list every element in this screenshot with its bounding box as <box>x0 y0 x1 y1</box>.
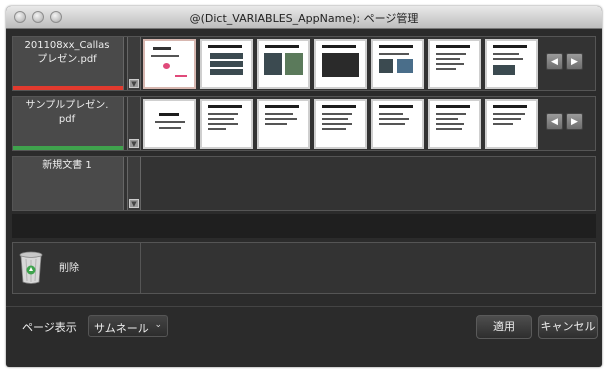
document-scrollbar[interactable]: ▼ <box>127 37 141 90</box>
document-name: 201108xx_Callas プレゼン.pdf <box>24 40 110 65</box>
document-color-bar <box>13 86 123 90</box>
page-thumbnail[interactable] <box>485 39 538 89</box>
page-view-select[interactable]: サムネール ⌄ <box>88 315 168 337</box>
page-thumbnail[interactable] <box>200 39 253 89</box>
apply-button[interactable]: 適用 <box>476 315 532 339</box>
document-label[interactable]: サンプルプレゼン. pdf <box>13 97 124 150</box>
page-thumbnail[interactable] <box>257 99 310 149</box>
document-label[interactable]: 新規文書 1 <box>13 157 124 210</box>
document-name: サンプルプレゼン. pdf <box>25 100 109 125</box>
document-scrollbar[interactable]: ▼ <box>127 157 141 210</box>
document-scrollbar[interactable]: ▼ <box>127 97 141 150</box>
right-arrow-icon: ▶ <box>571 57 578 67</box>
trash-drop-zone[interactable]: 削除 <box>13 243 141 293</box>
document-name: 新規文書 1 <box>42 160 92 171</box>
page-thumbnail[interactable] <box>371 39 424 89</box>
window-title: @(Dict_VARIABLES_AppName): ページ管理 <box>189 12 419 25</box>
left-arrow-icon: ◀ <box>551 57 558 67</box>
next-page-button[interactable]: ▶ <box>566 113 583 130</box>
scroll-down-arrow-icon[interactable]: ▼ <box>129 199 139 208</box>
chevron-down-icon: ⌄ <box>154 320 162 330</box>
document-label[interactable]: 201108xx_Callas プレゼン.pdf <box>13 37 124 90</box>
page-thumbnail[interactable] <box>257 39 310 89</box>
right-arrow-icon: ▶ <box>571 117 578 127</box>
bottom-bar: ページ表示 サムネール ⌄ 適用 キャンセル <box>6 306 602 347</box>
separator-band <box>12 214 596 238</box>
page-thumbnail[interactable] <box>428 99 481 149</box>
page-thumbnail[interactable] <box>371 99 424 149</box>
trash-label: 削除 <box>59 263 79 274</box>
title-bar: @(Dict_VARIABLES_AppName): ページ管理 <box>6 6 602 29</box>
document-row: サンプルプレゼン. pdf ▼ ◀ ▶ <box>12 96 596 151</box>
page-thumbnail[interactable] <box>485 99 538 149</box>
document-color-bar <box>13 146 123 150</box>
page-thumbnail[interactable] <box>314 39 367 89</box>
left-arrow-icon: ◀ <box>551 117 558 127</box>
scroll-down-arrow-icon[interactable]: ▼ <box>129 139 139 148</box>
page-view-select-value: サムネール <box>94 322 149 335</box>
document-row: 201108xx_Callas プレゼン.pdf ▼ ◀ ▶ <box>12 36 596 91</box>
page-thumbnail[interactable] <box>200 99 253 149</box>
previous-page-button[interactable]: ◀ <box>546 53 563 70</box>
trash-row: 削除 <box>12 242 596 294</box>
page-view-label: ページ表示 <box>22 321 77 334</box>
cancel-button[interactable]: キャンセル <box>538 315 598 339</box>
trash-icon <box>19 251 43 284</box>
page-thumbnail[interactable] <box>428 39 481 89</box>
next-page-button[interactable]: ▶ <box>566 53 583 70</box>
previous-page-button[interactable]: ◀ <box>546 113 563 130</box>
document-row: 新規文書 1 ▼ <box>12 156 596 211</box>
page-thumbnail[interactable] <box>143 39 196 89</box>
scroll-down-arrow-icon[interactable]: ▼ <box>129 79 139 88</box>
page-management-window: @(Dict_VARIABLES_AppName): ページ管理 201108x… <box>6 6 602 367</box>
page-thumbnail[interactable] <box>314 99 367 149</box>
page-thumbnail[interactable] <box>143 99 196 149</box>
